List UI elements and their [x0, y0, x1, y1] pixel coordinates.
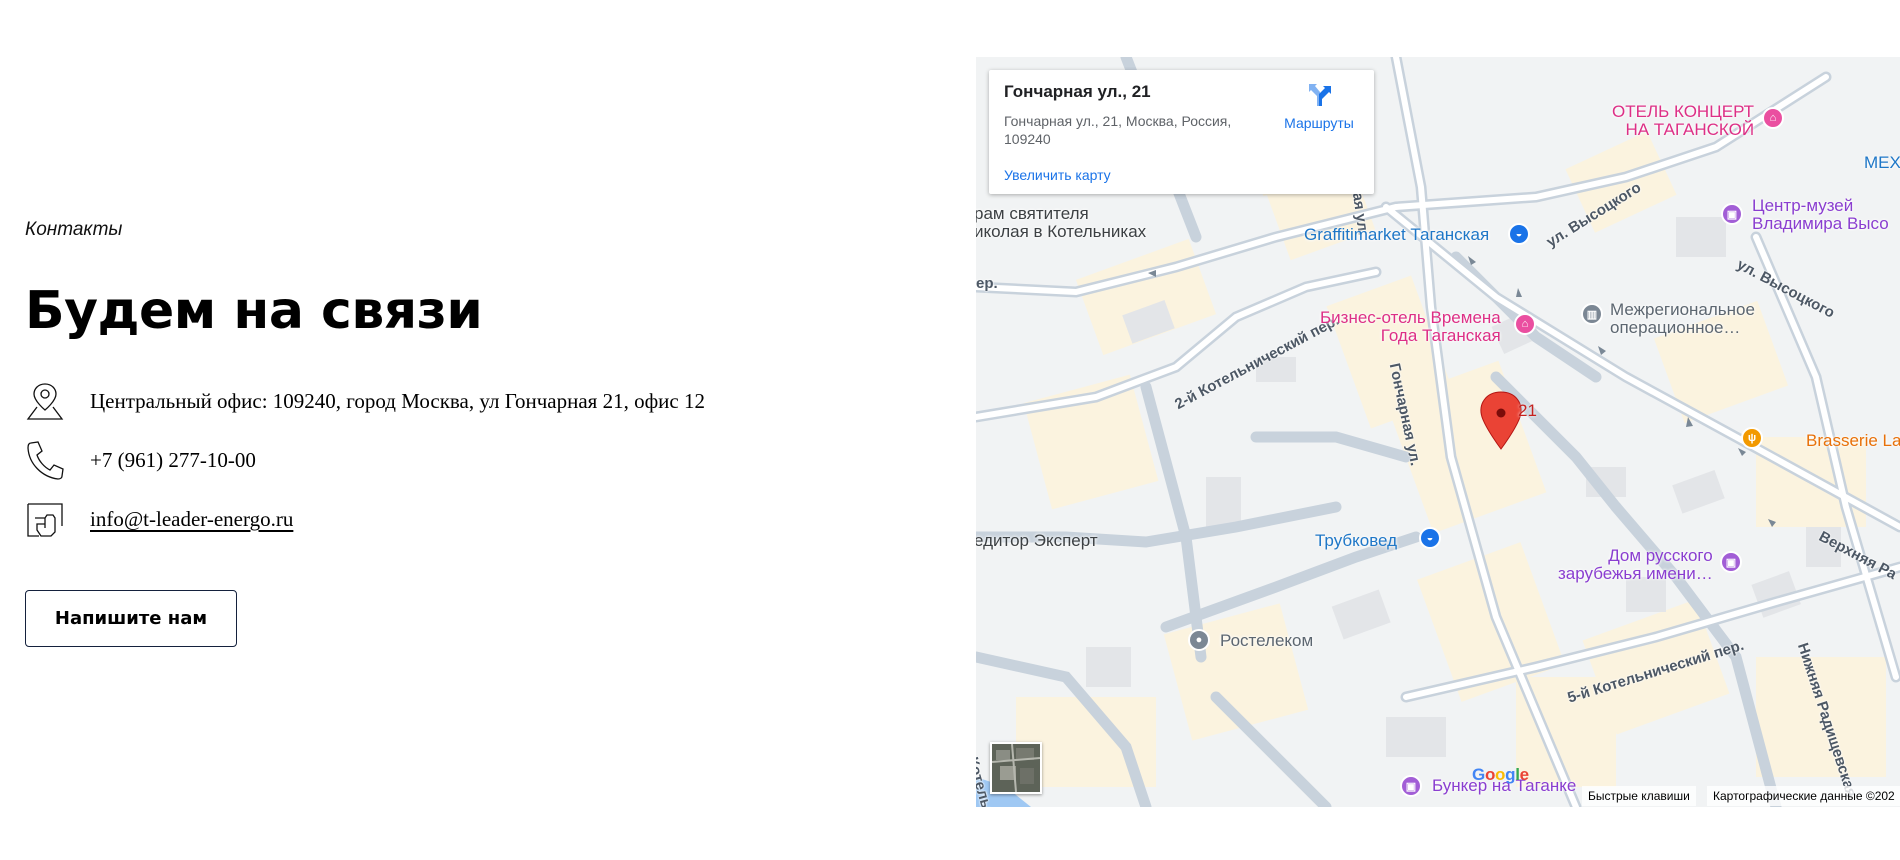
map[interactable]: ул. Высоцкого ул. Высоцкого Гончарная ул…	[976, 57, 1900, 807]
poi-brasserie[interactable]: Brasserie La	[1806, 431, 1900, 451]
map-pin-icon	[25, 380, 65, 422]
page-title: Будем на связи	[25, 281, 483, 341]
hotel-icon[interactable]: ⌂	[1514, 313, 1536, 335]
hotel-icon[interactable]: ⌂	[1762, 107, 1784, 129]
write-us-button[interactable]: Напишите нам	[25, 590, 237, 647]
phone-text[interactable]: +7 (961) 277-10-00	[90, 448, 256, 473]
satellite-thumbnail-icon	[992, 744, 1040, 792]
poi-rostelecom[interactable]: Ростелеком	[1220, 632, 1313, 650]
shopping-bag-icon[interactable]: ◒	[1508, 223, 1530, 245]
phone-icon	[25, 439, 65, 481]
place-info-card: Гончарная ул., 21 Гончарная ул., 21, Мос…	[989, 70, 1374, 194]
email-row: info@t-leader-energo.ru	[25, 498, 293, 540]
museum-icon[interactable]: ▣	[1400, 775, 1422, 797]
poi-graffitimarket[interactable]: Graffitimarket Таганская	[1304, 225, 1489, 245]
directions-button[interactable]: Маршруты	[1274, 82, 1364, 131]
address-text: Центральный офис: 109240, город Москва, …	[90, 389, 705, 413]
email-link[interactable]: info@t-leader-energo.ru	[90, 507, 293, 532]
poi-dom-russkogo[interactable]: Дом русского зарубежья имени…	[1558, 547, 1713, 583]
email-hand-icon	[25, 498, 65, 540]
marker-label: 21	[1518, 401, 1537, 420]
place-icon[interactable]: ●	[1188, 629, 1210, 651]
address-row: Центральный офис: 109240, город Москва, …	[25, 380, 705, 422]
government-building-icon[interactable]: ▥	[1581, 303, 1603, 325]
poi-hotel-concert[interactable]: ОТЕЛЬ КОНЦЕРТ НА ТАГАНСКОЙ	[1612, 103, 1754, 139]
poi-mezhregion[interactable]: Межрегиональное операционное…	[1610, 301, 1755, 337]
directions-icon	[1306, 84, 1332, 112]
shopping-bag-icon[interactable]: ◒	[1419, 527, 1441, 549]
place-address: Гончарная ул., 21, Москва, Россия, 10924…	[1004, 113, 1232, 147]
poi-metro-edge: МЕХ	[1864, 153, 1900, 172]
poi-church[interactable]: рам святителя иколая в Котельниках	[976, 205, 1146, 241]
restaurant-icon[interactable]: ψ	[1741, 427, 1763, 449]
street-label: ер.	[976, 275, 998, 292]
museum-icon[interactable]: ▣	[1720, 551, 1742, 573]
place-title: Гончарная ул., 21	[1004, 82, 1151, 101]
poi-expert[interactable]: едитор Эксперт	[976, 531, 1098, 551]
directions-label: Маршруты	[1284, 115, 1354, 131]
poi-vysotsky-museum[interactable]: Центр-музей Владимира Высо	[1752, 197, 1889, 233]
keyboard-shortcuts-link[interactable]: Быстрые клавиши	[1582, 786, 1696, 806]
satellite-view-toggle[interactable]	[990, 742, 1042, 794]
museum-icon[interactable]: ▣	[1721, 203, 1743, 225]
section-label: Контакты	[25, 219, 123, 240]
map-data-attribution[interactable]: Картографические данные ©202	[1707, 786, 1900, 806]
enlarge-map-link[interactable]: Увеличить карту	[1004, 167, 1111, 183]
poi-biz-hotel[interactable]: Бизнес-отель Времена Года Таганская	[1320, 309, 1501, 345]
poi-trubkoved[interactable]: Трубковед	[1315, 531, 1397, 551]
google-logo: Google	[1472, 765, 1529, 784]
phone-row: +7 (961) 277-10-00	[25, 439, 256, 481]
